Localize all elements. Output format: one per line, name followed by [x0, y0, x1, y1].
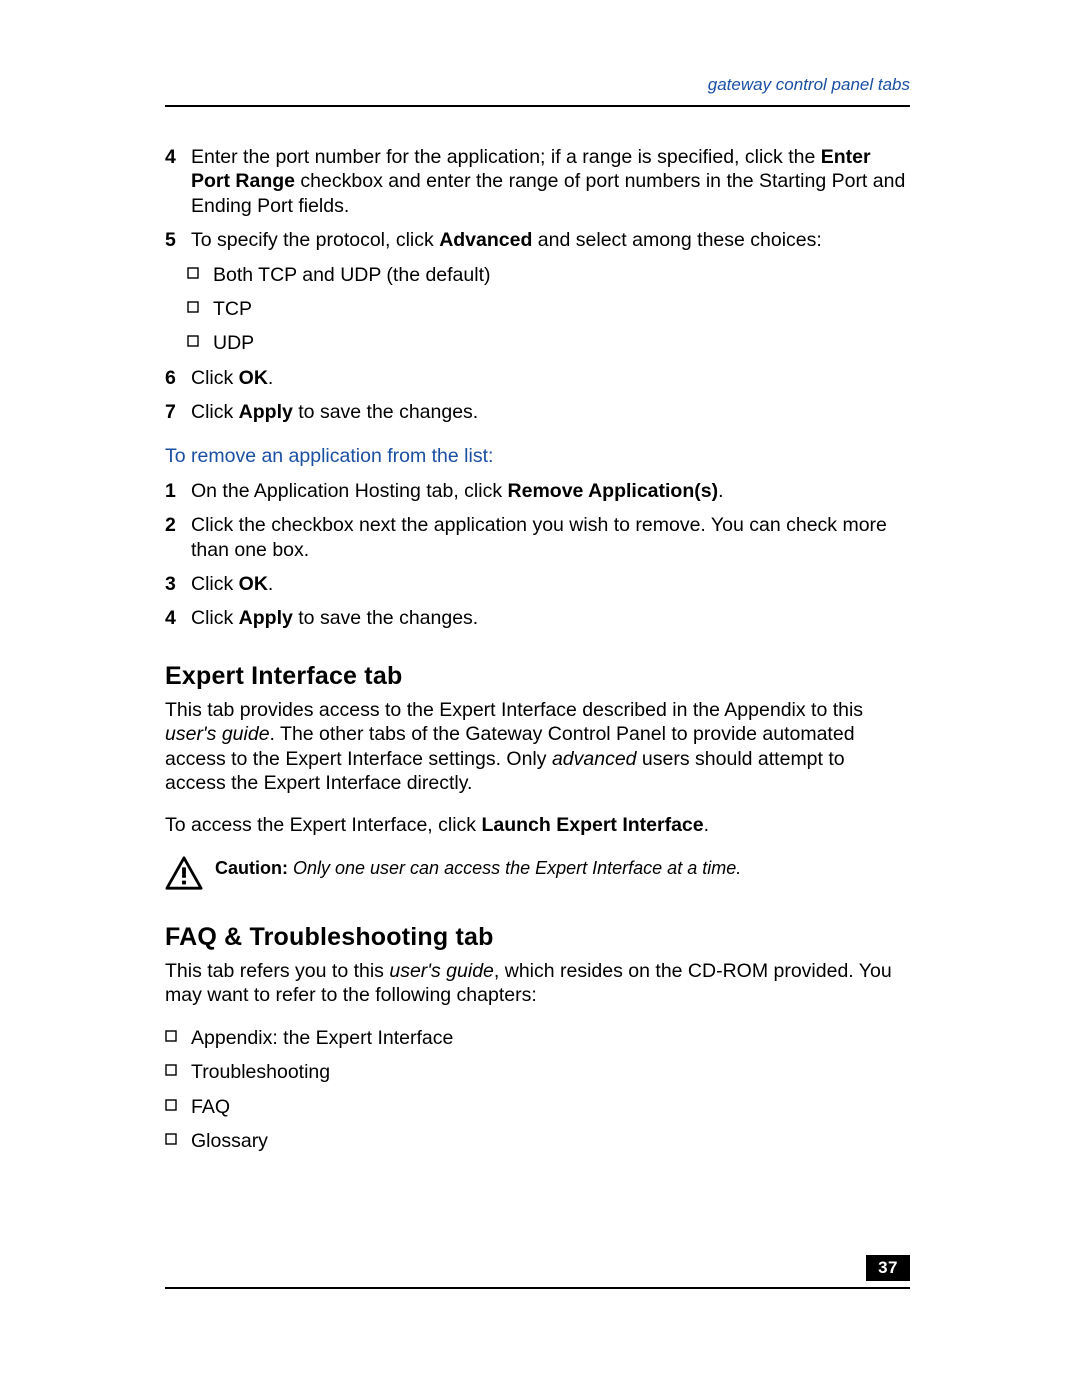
square-bullet-icon	[187, 263, 213, 287]
sub-item-text: UDP	[213, 331, 910, 355]
body-content: 4Enter the port number for the applicati…	[165, 145, 910, 1153]
numbered-step: 2Click the checkbox next the application…	[165, 513, 910, 562]
step-number: 2	[165, 513, 191, 562]
step-body: On the Application Hosting tab, click Re…	[191, 479, 910, 503]
faq-item-text: Troubleshooting	[191, 1060, 910, 1084]
page-content: gateway control panel tabs 4Enter the po…	[165, 75, 910, 1163]
step-number: 6	[165, 366, 191, 390]
square-bullet-icon	[187, 297, 213, 321]
running-head-text: gateway control panel tabs	[708, 75, 910, 95]
sub-item-text: TCP	[213, 297, 910, 321]
faq-item: Troubleshooting	[165, 1060, 910, 1084]
step-number: 4	[165, 606, 191, 630]
expert-para-1: This tab provides access to the Expert I…	[165, 698, 910, 796]
square-bullet-icon	[165, 1060, 191, 1084]
step-number: 7	[165, 400, 191, 424]
sub-list: Both TCP and UDP (the default) TCP UDP	[165, 263, 910, 356]
running-header: gateway control panel tabs	[165, 75, 910, 101]
step-body: To specify the protocol, click Advanced …	[191, 228, 910, 252]
remove-subheading: To remove an application from the list:	[165, 444, 910, 468]
faq-list: Appendix: the Expert Interface Troublesho…	[165, 1026, 910, 1154]
caution-text: Caution: Only one user can access the Ex…	[215, 856, 741, 880]
step-body: Click the checkbox next the application …	[191, 513, 910, 562]
step-body: Click Apply to save the changes.	[191, 606, 910, 630]
square-bullet-icon	[165, 1129, 191, 1153]
caution-icon	[165, 856, 203, 892]
square-bullet-icon	[165, 1026, 191, 1050]
steps-remove: 1On the Application Hosting tab, click R…	[165, 479, 910, 631]
steps-top: 4Enter the port number for the applicati…	[165, 145, 910, 424]
numbered-step: 5To specify the protocol, click Advanced…	[165, 228, 910, 252]
step-body: Click OK.	[191, 572, 910, 596]
faq-item: Appendix: the Expert Interface	[165, 1026, 910, 1050]
expert-para-2: To access the Expert Interface, click La…	[165, 813, 910, 837]
step-number: 5	[165, 228, 191, 252]
numbered-step: 1On the Application Hosting tab, click R…	[165, 479, 910, 503]
step-number: 1	[165, 479, 191, 503]
numbered-step: 3Click OK.	[165, 572, 910, 596]
caution-block: Caution: Only one user can access the Ex…	[165, 856, 910, 892]
step-body: Click Apply to save the changes.	[191, 400, 910, 424]
faq-item-text: FAQ	[191, 1095, 910, 1119]
numbered-step: 7Click Apply to save the changes.	[165, 400, 910, 424]
numbered-step: 4Click Apply to save the changes.	[165, 606, 910, 630]
step-body: Click OK.	[191, 366, 910, 390]
faq-heading: FAQ & Troubleshooting tab	[165, 922, 910, 953]
expert-heading: Expert Interface tab	[165, 661, 910, 692]
square-bullet-icon	[165, 1095, 191, 1119]
faq-item: FAQ	[165, 1095, 910, 1119]
caution-body: Only one user can access the Expert Inte…	[288, 858, 741, 878]
caution-label: Caution:	[215, 858, 288, 878]
square-bullet-icon	[187, 331, 213, 355]
sub-item-text: Both TCP and UDP (the default)	[213, 263, 910, 287]
sub-item: UDP	[165, 331, 910, 355]
step-number: 4	[165, 145, 191, 218]
footer-rule	[165, 1287, 910, 1289]
step-body: Enter the port number for the applicatio…	[191, 145, 910, 218]
faq-para: This tab refers you to this user's guide…	[165, 959, 910, 1008]
step-number: 3	[165, 572, 191, 596]
header-rule	[165, 105, 910, 107]
faq-item-text: Glossary	[191, 1129, 910, 1153]
faq-item: Glossary	[165, 1129, 910, 1153]
numbered-step: 4Enter the port number for the applicati…	[165, 145, 910, 218]
sub-item: TCP	[165, 297, 910, 321]
sub-item: Both TCP and UDP (the default)	[165, 263, 910, 287]
faq-item-text: Appendix: the Expert Interface	[191, 1026, 910, 1050]
page-number: 37	[866, 1255, 910, 1281]
page-footer: 37	[165, 1287, 910, 1295]
numbered-step: 6Click OK.	[165, 366, 910, 390]
